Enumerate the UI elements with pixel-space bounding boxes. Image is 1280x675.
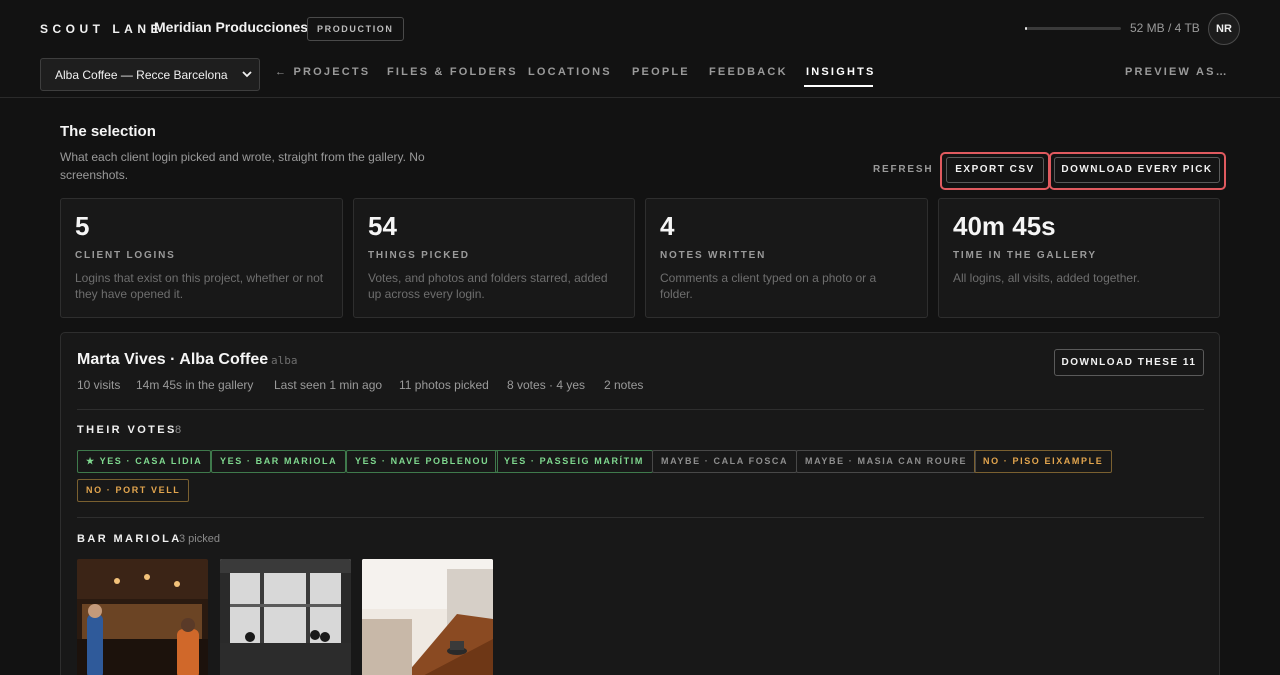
stat-label: THINGS PICKED [368,250,470,261]
location-group-count: 3 picked [179,533,220,545]
meta-visits: 10 visits [77,378,121,392]
chevron-down-icon [242,71,252,78]
stat-label: NOTES WRITTEN [660,250,767,261]
vote-chip[interactable]: MAYBE · MASIA CAN ROURE [796,450,977,473]
photo-thumbnail[interactable] [220,559,351,675]
divider [77,517,1204,518]
votes-heading: THEIR VOTES [77,424,177,436]
vote-chip[interactable]: YES · BAR MARIOLA [211,450,347,473]
meta-time: 14m 45s in the gallery [136,378,254,392]
export-csv-button[interactable]: EXPORT CSV [946,157,1044,183]
stat-value: 54 [368,211,397,241]
photo-thumbnail[interactable] [77,559,208,675]
vote-chip[interactable]: NO · PISO EIXAMPLE [974,450,1113,473]
stat-value: 5 [75,211,90,241]
login-name: Marta Vives · Alba Coffee [77,351,269,368]
brand-logo[interactable]: SCOUT LANE [40,22,163,36]
vote-chip[interactable]: YES · NAVE POBLENOU [346,450,499,473]
votes-count: 8 [175,424,182,436]
meta-photos-picked: 11 photos picked [399,378,489,392]
project-select[interactable]: Alba Coffee — Recce Barcelona [40,58,260,91]
stat-card-notes-written: 4 NOTES WRITTEN Comments a client typed … [645,198,928,318]
storage-usage: 52 MB / 4 TB [1130,21,1200,35]
divider [77,409,1204,410]
vote-chip[interactable]: NO · PORT VELL [77,479,190,502]
stat-value: 4 [660,211,675,241]
login-handle: alba [271,354,298,367]
photo-thumbnail[interactable] [362,559,493,675]
stat-description: Logins that exist on this project, wheth… [75,271,324,301]
org-name: Meridian Producciones [154,19,309,35]
nav-projects[interactable]: ← PROJECTS [275,66,370,78]
storage-meter-fill [1025,27,1027,30]
active-tab-indicator [804,85,873,87]
plan-badge: PRODUCTION [307,17,404,41]
stat-description: Comments a client typed on a photo or a … [660,271,877,301]
preview-as-button[interactable]: PREVIEW AS… [1125,66,1229,78]
stat-description: Votes, and photos and folders starred, a… [368,271,608,301]
page-subtitle: What each client login picked and wrote,… [60,150,425,182]
vote-chip[interactable]: YES · PASSEIG MARÍTIM [495,450,653,473]
stat-label: TIME IN THE GALLERY [953,250,1097,261]
meta-notes: 2 notes [604,378,644,392]
nav-feedback[interactable]: FEEDBACK [709,66,788,78]
stat-card-things-picked: 54 THINGS PICKED Votes, and photos and f… [353,198,635,318]
avatar[interactable]: NR [1208,13,1240,45]
meta-last-seen: Last seen 1 min ago [274,378,383,392]
stat-label: CLIENT LOGINS [75,250,176,261]
vote-chip[interactable]: MAYBE · CALA FOSCA [652,450,798,473]
download-every-pick-button[interactable]: DOWNLOAD EVERY PICK [1054,157,1220,183]
page-title: The selection [60,123,156,140]
top-bar: SCOUT LANE Meridian Producciones PRODUCT… [0,0,1280,98]
location-group-title: BAR MARIOLA [77,533,182,545]
stat-value: 40m 45s [953,211,1056,241]
stat-card-time-in-gallery: 40m 45s TIME IN THE GALLERY All logins, … [938,198,1220,318]
refresh-button[interactable]: REFRESH [873,164,933,175]
nav-people[interactable]: PEOPLE [632,66,690,78]
stat-description: All logins, all visits, added together. [953,271,1140,285]
download-these-button[interactable]: DOWNLOAD THESE 11 [1054,349,1204,376]
project-select-value: Alba Coffee — Recce Barcelona [55,68,228,82]
meta-votes: 8 votes · 4 yes [507,378,586,392]
nav-insights[interactable]: INSIGHTS [806,66,876,78]
login-panel: Marta Vives · Alba Coffee alba DOWNLOAD … [60,332,1220,675]
stat-card-client-logins: 5 CLIENT LOGINS Logins that exist on thi… [60,198,343,318]
vote-chip[interactable]: ★ YES · CASA LIDIA [77,450,212,473]
storage-meter [1025,27,1121,30]
nav-files-folders[interactable]: FILES & FOLDERS [387,66,518,78]
nav-locations[interactable]: LOCATIONS [528,66,612,78]
